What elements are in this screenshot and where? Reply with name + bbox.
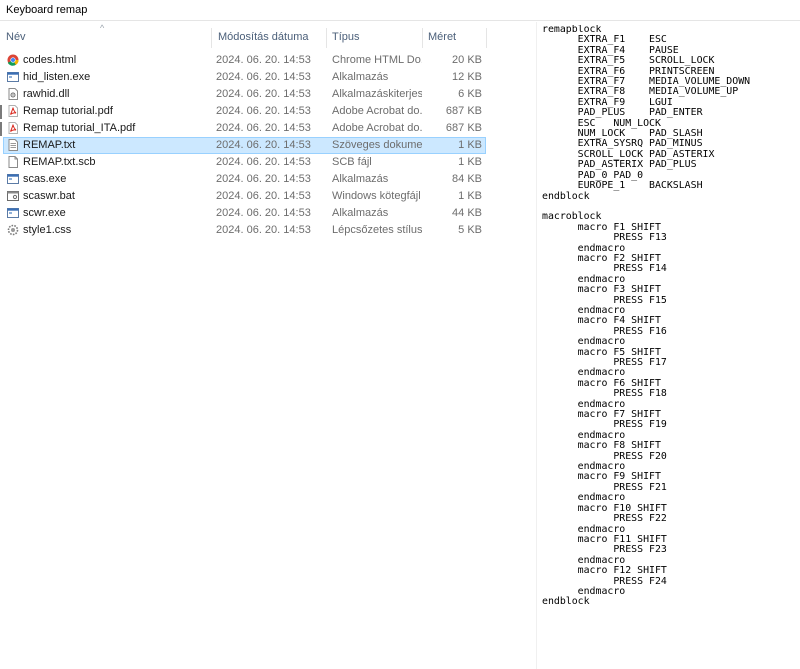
file-row[interactable]: hid_listen.exe 2024. 06. 20. 14:53 Alkalma… <box>0 69 535 86</box>
file-name: style1.css <box>23 224 72 236</box>
pdf-icon <box>7 122 19 135</box>
file-row[interactable]: rawhid.dll 2024. 06. 20. 14:53 Alkalmazásk… <box>0 86 535 103</box>
row-edge-mark <box>0 122 2 136</box>
file-name: scwr.exe <box>23 207 66 219</box>
file-date: 2024. 06. 20. 14:53 <box>216 105 311 117</box>
file-list-pane: ^ Név Módosítás dátuma Típus Méret codes… <box>0 22 535 669</box>
file-type: Alkalmazás <box>332 173 389 185</box>
batch-file-icon <box>7 190 19 203</box>
exe-icon <box>7 71 19 84</box>
chrome-icon <box>7 54 19 67</box>
file-name: scas.exe <box>23 173 67 185</box>
row-edge-mark <box>0 105 2 119</box>
file-date: 2024. 06. 20. 14:53 <box>216 190 311 202</box>
file-date: 2024. 06. 20. 14:53 <box>216 173 311 185</box>
file-type: Adobe Acrobat do... <box>332 105 422 117</box>
file-type: Alkalmazás <box>332 207 389 219</box>
file-row[interactable]: REMAP.txt.scb 2024. 06. 20. 14:53 SCB fájl… <box>0 154 535 171</box>
file-size: 687 KB <box>445 122 482 134</box>
file-row[interactable]: scwr.exe 2024. 06. 20. 14:53 Alkalmazás 44 … <box>0 205 535 222</box>
pdf-icon <box>7 105 19 118</box>
file-name: REMAP.txt <box>23 139 76 151</box>
file-type: Szöveges dokume... <box>332 139 422 151</box>
column-header-size[interactable]: Méret <box>422 22 486 52</box>
file-type: Adobe Acrobat do... <box>332 122 422 134</box>
column-header-row: ^ Név Módosítás dátuma Típus Méret <box>0 22 535 52</box>
file-size: 1 KB <box>458 156 482 168</box>
css-file-icon <box>7 224 19 237</box>
dll-icon <box>7 88 19 101</box>
file-size: 44 KB <box>452 207 482 219</box>
file-size: 687 KB <box>445 105 482 117</box>
file-size: 12 KB <box>452 71 482 83</box>
column-divider[interactable] <box>486 28 487 48</box>
column-header-name[interactable]: Név <box>0 22 212 52</box>
file-size: 20 KB <box>452 54 482 66</box>
file-date: 2024. 06. 20. 14:53 <box>216 88 311 100</box>
file-type: Windows kötegfájl <box>332 190 421 202</box>
file-row[interactable]: scas.exe 2024. 06. 20. 14:53 Alkalmazás 84 … <box>0 171 535 188</box>
file-name: scaswr.bat <box>23 190 75 202</box>
file-row[interactable]: Remap tutorial.pdf 2024. 06. 20. 14:53 Ado… <box>0 103 535 120</box>
file-size: 1 KB <box>458 190 482 202</box>
pane-divider[interactable] <box>536 22 537 669</box>
file-name: Remap tutorial_ITA.pdf <box>23 122 136 134</box>
column-header-type[interactable]: Típus <box>326 22 422 52</box>
blank-file-icon <box>7 156 19 169</box>
file-size: 84 KB <box>452 173 482 185</box>
file-name: REMAP.txt.scb <box>23 156 96 168</box>
file-row[interactable]: REMAP.txt 2024. 06. 20. 14:53 Szöveges dok… <box>0 137 535 154</box>
file-date: 2024. 06. 20. 14:53 <box>216 54 311 66</box>
file-name: Remap tutorial.pdf <box>23 105 113 117</box>
file-date: 2024. 06. 20. 14:53 <box>216 156 311 168</box>
preview-pane-text[interactable]: remapblock EXTRA_F1 ESC EXTRA_F4 PAUSE E… <box>542 25 797 665</box>
window-title: Keyboard remap <box>0 0 800 21</box>
file-date: 2024. 06. 20. 14:53 <box>216 207 311 219</box>
file-date: 2024. 06. 20. 14:53 <box>216 224 311 236</box>
file-date: 2024. 06. 20. 14:53 <box>216 71 311 83</box>
file-date: 2024. 06. 20. 14:53 <box>216 139 311 151</box>
file-name: hid_listen.exe <box>23 71 91 83</box>
file-type: SCB fájl <box>332 156 372 168</box>
exe-icon <box>7 173 19 186</box>
file-size: 1 KB <box>458 139 482 151</box>
column-header-date[interactable]: Módosítás dátuma <box>212 22 326 52</box>
file-type: Chrome HTML Do... <box>332 54 422 66</box>
file-name: codes.html <box>23 54 77 66</box>
file-row[interactable]: Remap tutorial_ITA.pdf 2024. 06. 20. 14:5… <box>0 120 535 137</box>
file-row[interactable]: scaswr.bat 2024. 06. 20. 14:53 Windows köt… <box>0 188 535 205</box>
file-size: 5 KB <box>458 224 482 236</box>
exe-icon <box>7 207 19 220</box>
file-type: Alkalmazáskiterjes... <box>332 88 422 100</box>
file-size: 6 KB <box>458 88 482 100</box>
file-row[interactable]: codes.html 2024. 06. 20. 14:53 Chrome HTML… <box>0 52 535 69</box>
file-type: Lépcsőzetes stílusl... <box>332 224 422 236</box>
file-name: rawhid.dll <box>23 88 70 100</box>
file-date: 2024. 06. 20. 14:53 <box>216 122 311 134</box>
file-type: Alkalmazás <box>332 71 389 83</box>
file-row[interactable]: style1.css 2024. 06. 20. 14:53 Lépcsőzetes… <box>0 222 535 239</box>
text-file-icon <box>7 139 19 152</box>
